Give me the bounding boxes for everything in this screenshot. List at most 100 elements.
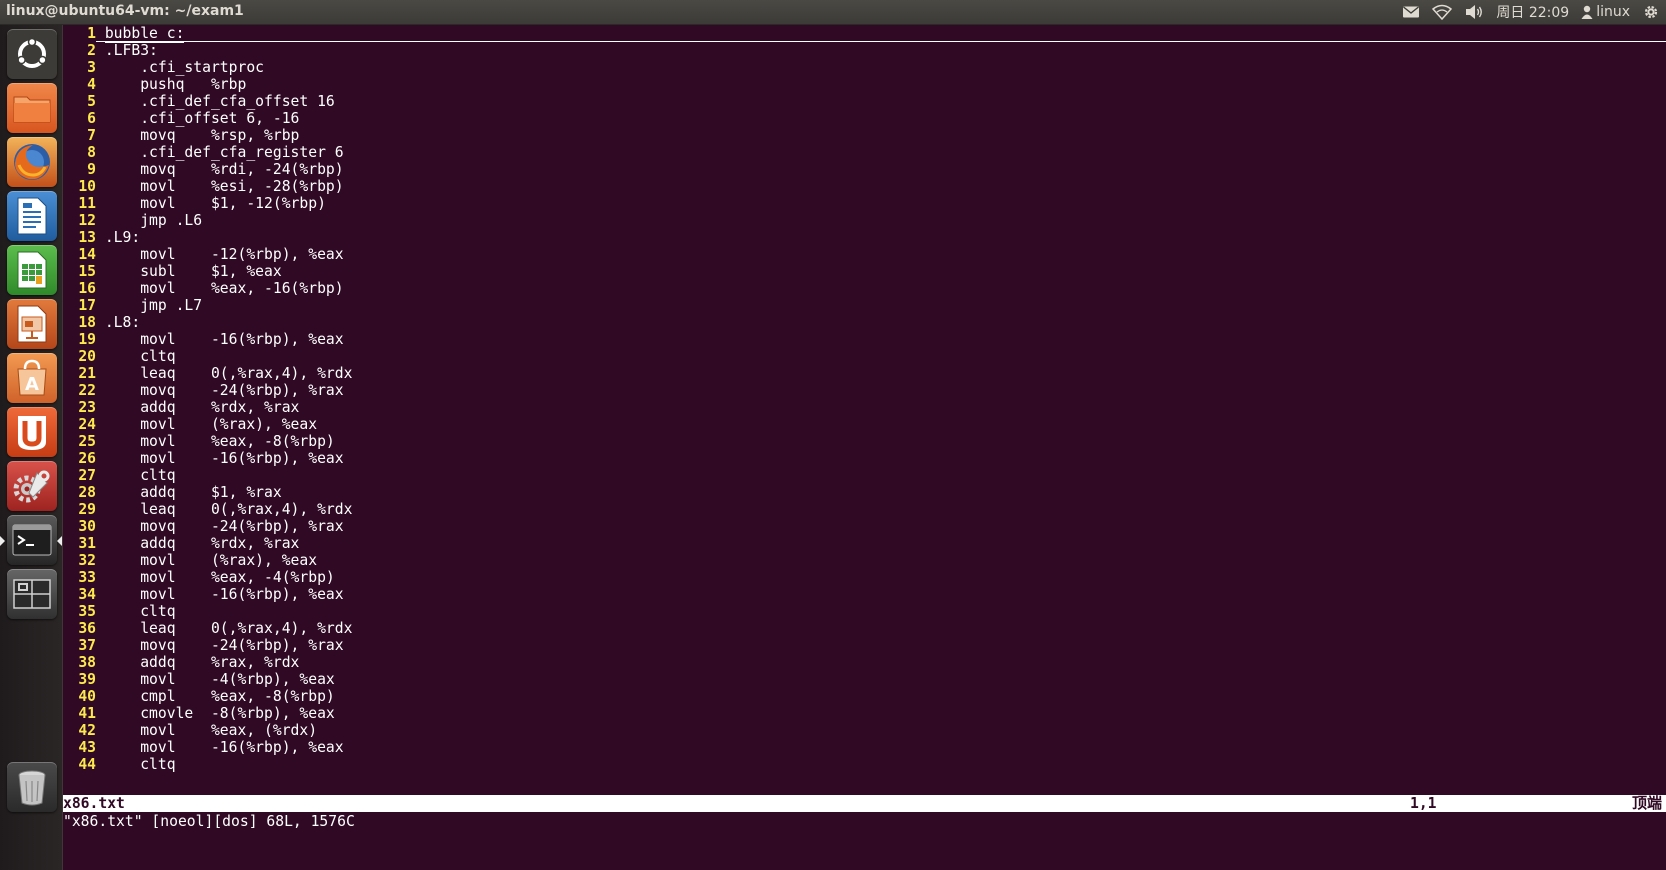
system-settings-button[interactable]: [7, 461, 57, 511]
line-number: 38: [78, 654, 96, 671]
line-number: 20: [78, 348, 96, 365]
code-line: 42 movl %eax, (%rdx): [63, 722, 1666, 739]
user-menu[interactable]: linux: [1581, 4, 1630, 20]
line-number: 2: [87, 42, 96, 59]
volume-icon[interactable]: [1464, 4, 1484, 20]
line-number: 28: [78, 484, 96, 501]
line-number: 10: [78, 178, 96, 195]
code-line: 34 movl -16(%rbp), %eax: [63, 586, 1666, 603]
line-number: 9: [87, 161, 96, 178]
code-text: movl (%rax), %eax: [104, 552, 318, 569]
firefox-button[interactable]: [7, 137, 57, 187]
wifi-icon[interactable]: [1432, 4, 1453, 20]
code-line: 22 movq -24(%rbp), %rax: [63, 382, 1666, 399]
line-number: 17: [78, 297, 96, 314]
code-text: cltq: [104, 603, 176, 620]
line-number: 39: [78, 671, 96, 688]
files-button[interactable]: [7, 83, 57, 133]
code-line: 6 .cfi_offset 6, -16: [63, 110, 1666, 127]
line-number: 31: [78, 535, 96, 552]
firefox-icon: [14, 144, 50, 180]
code-line: 10 movl %esi, -28(%rbp): [63, 178, 1666, 195]
code-line: 39 movl -4(%rbp), %eax: [63, 671, 1666, 688]
trash-icon: [18, 770, 46, 806]
code-text: cltq: [104, 348, 176, 365]
code-line: 18 .L8:: [63, 314, 1666, 331]
code-text: .cfi_def_cfa_offset 16: [104, 93, 335, 110]
line-number: 7: [87, 127, 96, 144]
line-number: 12: [78, 212, 96, 229]
terminal-window[interactable]: 1 bubble_c: 2 .LFB3: 3 .cfi_startproc 4 pus…: [63, 25, 1666, 870]
code-text: addq %rdx, %rax: [104, 535, 300, 552]
indicator-area: 周日 22:09 linux: [1402, 0, 1660, 24]
code-line: 9 movq %rdi, -24(%rbp): [63, 161, 1666, 178]
code-text: leaq 0(,%rax,4), %rdx: [104, 501, 353, 518]
line-number: 27: [78, 467, 96, 484]
line-number: 8: [87, 144, 96, 161]
code-text: addq %rax, %rdx: [104, 654, 300, 671]
writer-button[interactable]: [7, 191, 57, 241]
impress-button[interactable]: [7, 299, 57, 349]
code-text: .L8:: [104, 314, 141, 331]
code-line: 11 movl $1, -12(%rbp): [63, 195, 1666, 212]
code-text: .cfi_def_cfa_register 6: [104, 144, 344, 161]
terminal-button[interactable]: [7, 515, 57, 565]
line-number: 32: [78, 552, 96, 569]
code-text: pushq %rbp: [104, 76, 247, 93]
code-line: 23 addq %rdx, %rax: [63, 399, 1666, 416]
folder-icon: [13, 96, 51, 123]
svg-text:A: A: [25, 374, 39, 395]
code-text: jmp .L7: [104, 297, 203, 314]
code-line: 29 leaq 0(,%rax,4), %rdx: [63, 501, 1666, 518]
dash-home-button[interactable]: [7, 29, 57, 79]
code-text: cltq: [104, 756, 176, 773]
impress-icon: [17, 305, 47, 343]
code-text: movq -24(%rbp), %rax: [104, 518, 344, 535]
status-cursor-position: 1,1: [1410, 795, 1437, 812]
workspace-switcher-button[interactable]: [7, 569, 57, 619]
code-text: movl %esi, -28(%rbp): [104, 178, 344, 195]
code-line: 33 movl %eax, -4(%rbp): [63, 569, 1666, 586]
code-text: movl -16(%rbp), %eax: [104, 739, 344, 756]
status-filename: x86.txt: [63, 795, 125, 812]
code-line: 7 movq %rsp, %rbp: [63, 127, 1666, 144]
code-line: 30 movq -24(%rbp), %rax: [63, 518, 1666, 535]
focused-indicator: [57, 536, 62, 546]
code-line: 13 .L9:: [63, 229, 1666, 246]
line-number: 29: [78, 501, 96, 518]
clock[interactable]: 周日 22:09: [1496, 2, 1569, 22]
vim-status-bar: x86.txt 1,1 顶端: [63, 795, 1666, 812]
line-number: 25: [78, 433, 96, 450]
vim-buffer[interactable]: 1 bubble_c: 2 .LFB3: 3 .cfi_startproc 4 pus…: [63, 25, 1666, 800]
code-line: 32 movl (%rax), %eax: [63, 552, 1666, 569]
code-text: movl (%rax), %eax: [104, 416, 318, 433]
code-line: 21 leaq 0(,%rax,4), %rdx: [63, 365, 1666, 382]
line-number: 41: [78, 705, 96, 722]
code-text: movl %eax, -4(%rbp): [104, 569, 335, 586]
code-text: movl $1, -12(%rbp): [104, 195, 326, 212]
code-text: movl -16(%rbp), %eax: [104, 331, 344, 348]
code-text: movl %eax, -8(%rbp): [104, 433, 335, 450]
calc-button[interactable]: [7, 245, 57, 295]
writer-icon: [17, 197, 47, 235]
line-number: 13: [78, 229, 96, 246]
status-scroll-position: 顶端: [1631, 794, 1662, 812]
top-panel: linux@ubuntu64-vm: ~/exam1 周日 22:09 linu…: [0, 0, 1666, 25]
session-gear-icon[interactable]: [1642, 3, 1660, 21]
code-text: .cfi_startproc: [104, 59, 265, 76]
code-line: 3 .cfi_startproc: [63, 59, 1666, 76]
settings-icon: [13, 470, 50, 503]
code-text: leaq 0(,%rax,4), %rdx: [104, 620, 353, 637]
ubuntu-one-button[interactable]: [7, 407, 57, 457]
code-text: leaq 0(,%rax,4), %rdx: [104, 365, 353, 382]
mail-icon[interactable]: [1402, 5, 1420, 19]
code-text: movl %eax, (%rdx): [104, 722, 318, 739]
workspace-icon: [13, 579, 51, 609]
trash-button[interactable]: [7, 762, 57, 812]
code-text: subl $1, %eax: [104, 263, 282, 280]
code-line: 17 jmp .L7: [63, 297, 1666, 314]
software-center-button[interactable]: A: [7, 353, 57, 403]
line-number: 3: [87, 59, 96, 76]
line-number: 14: [78, 246, 96, 263]
vim-message-line: "x86.txt" [noeol][dos] 68L, 1576C: [63, 813, 355, 830]
